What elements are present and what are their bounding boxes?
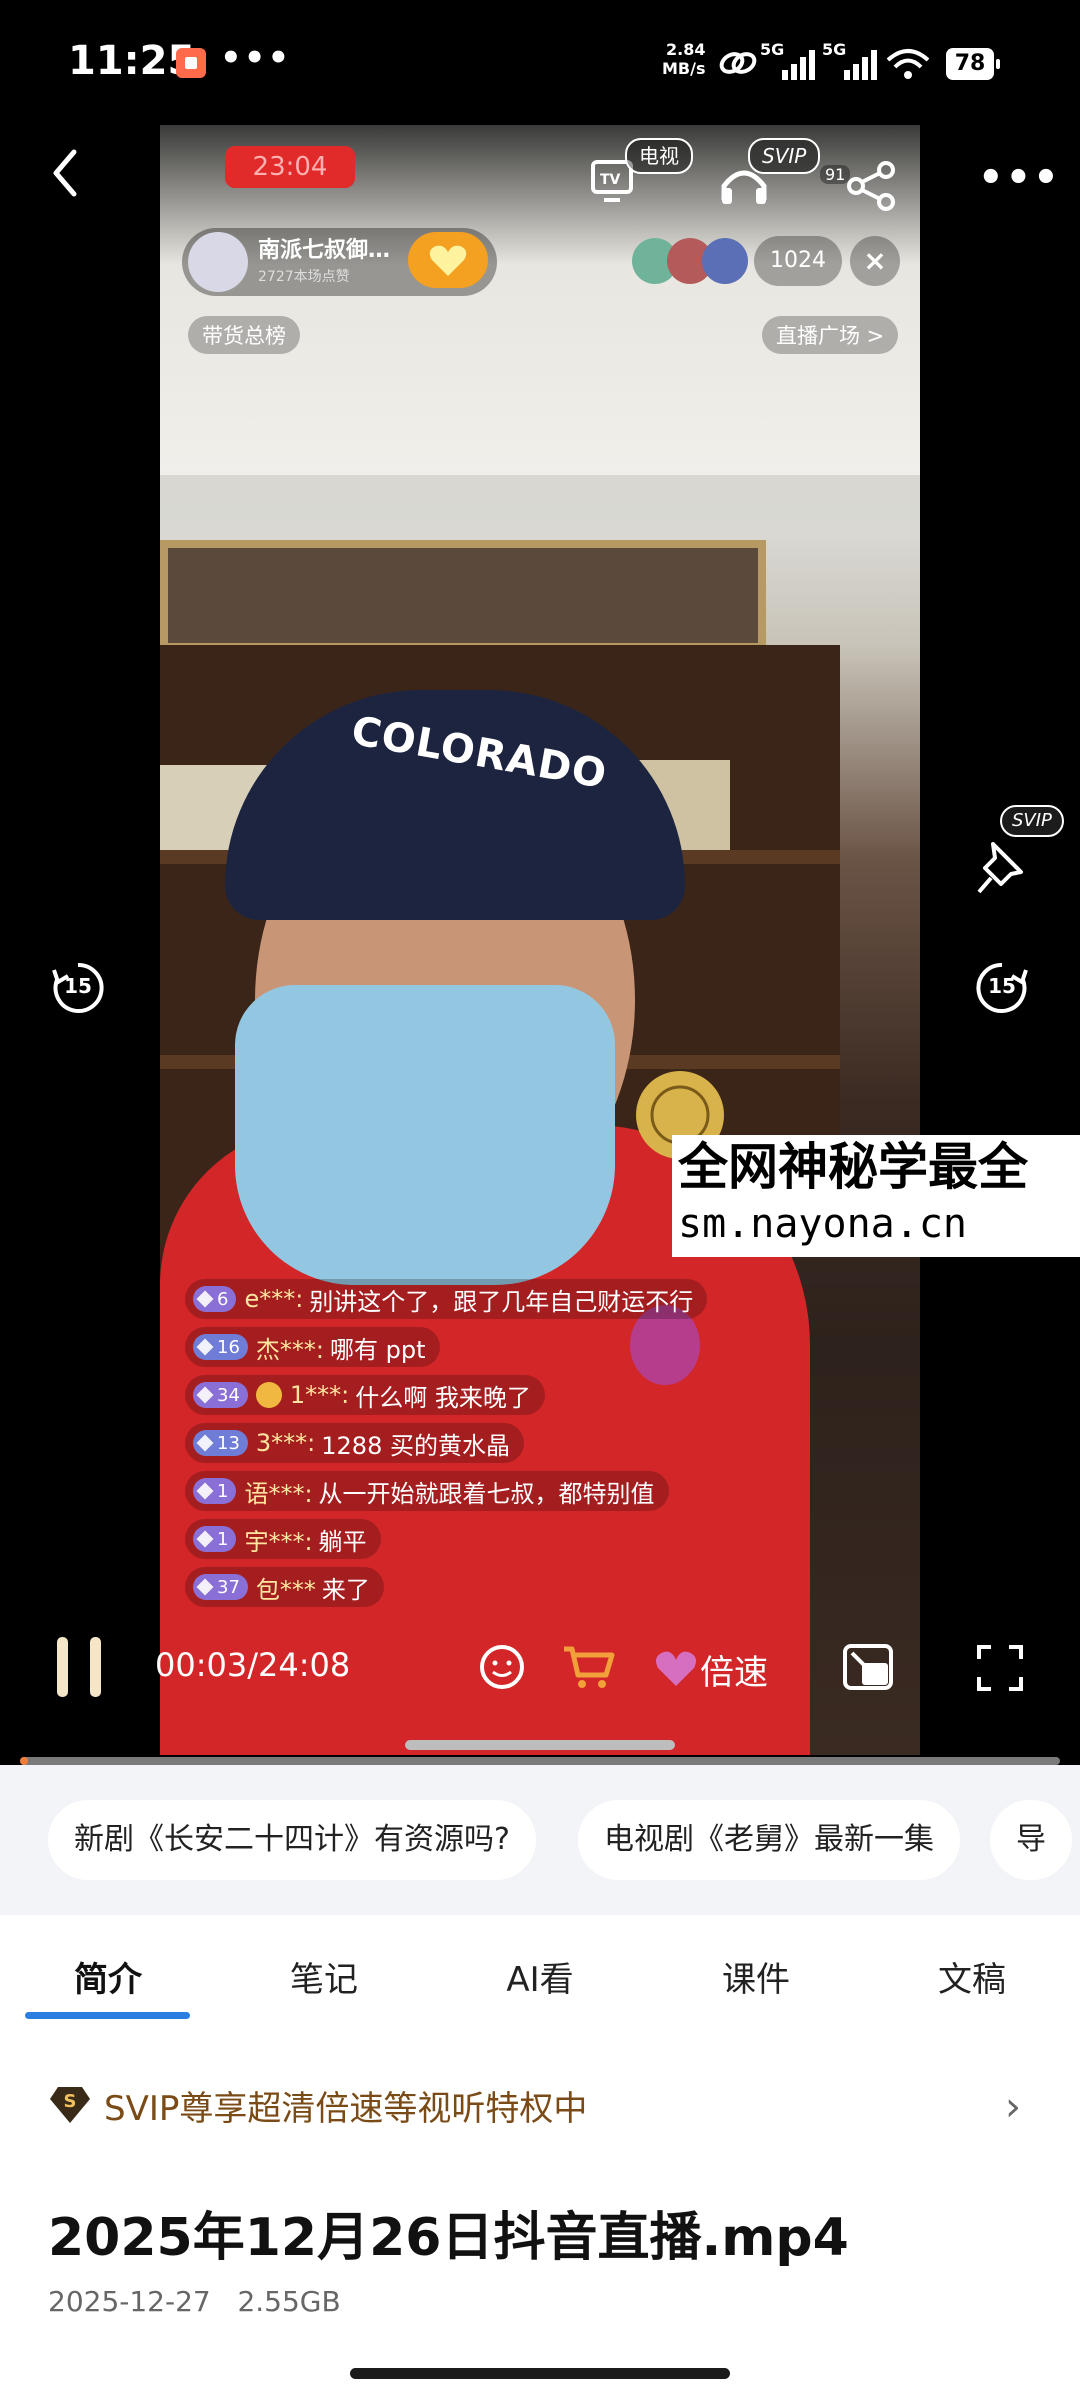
suggestion-chip[interactable]: 新剧《长安二十四计》有资源吗? bbox=[48, 1800, 536, 1880]
share-icon[interactable] bbox=[844, 160, 900, 212]
home-indicator[interactable] bbox=[350, 2368, 730, 2379]
fan-badge-icon bbox=[255, 1382, 282, 1408]
drag-handle[interactable] bbox=[405, 1740, 675, 1750]
status-bar: 11:25 ••• 2.84 MB/s 5G 5G 78 bbox=[0, 0, 1080, 120]
file-title: 2025年12月26日抖音直播.mp4 bbox=[48, 2208, 849, 2268]
svip-badge-top: SVIP bbox=[748, 138, 821, 174]
file-size: 2.55GB bbox=[237, 2285, 341, 2318]
chat-message: 16 杰***: 哪有 ppt bbox=[185, 1323, 825, 1371]
wifi-icon bbox=[886, 49, 930, 79]
suggestion-chip[interactable]: 电视剧《老舅》最新一集 bbox=[578, 1800, 960, 1880]
progress-bar[interactable] bbox=[20, 1757, 1060, 1765]
svg-text:TV: TV bbox=[600, 172, 621, 188]
presenter-mask bbox=[235, 985, 615, 1285]
playback-time: 00:03/24:08 bbox=[155, 1646, 351, 1684]
chat-message: 37 包*** 来了 bbox=[185, 1563, 825, 1611]
screen-record-icon bbox=[176, 48, 206, 78]
chat-message: 13 3***: 1288 买的黄水晶 bbox=[185, 1419, 825, 1467]
host-name: 南派七叔御… bbox=[258, 238, 391, 263]
back-icon[interactable] bbox=[50, 148, 80, 198]
active-tab-indicator bbox=[25, 2012, 190, 2019]
forward-15-button[interactable]: 15 bbox=[974, 960, 1030, 1020]
file-date: 2025-12-27 bbox=[48, 2285, 211, 2318]
tab-transcript[interactable]: 文稿 bbox=[864, 1952, 1080, 2001]
watermark: 全网神秘学最全 sm.nayona.cn bbox=[672, 1135, 1080, 1257]
emoji-icon[interactable] bbox=[478, 1643, 526, 1691]
chat-message: 1 语***: 从一开始就跟着七叔，都特别值 bbox=[185, 1467, 825, 1515]
svip-pin-badge: SVIP bbox=[1000, 805, 1064, 837]
chat-message: 34 1***: 什么啊 我来晚了 bbox=[185, 1371, 825, 1419]
tv-badge: 电视 bbox=[625, 138, 693, 174]
svip-promo[interactable]: S SVIP尊享超清倍速等视听特权中 bbox=[48, 2080, 587, 2130]
record-time: 23:04 bbox=[225, 146, 355, 188]
pin-icon[interactable] bbox=[975, 840, 1025, 896]
calligraphy-frame bbox=[160, 540, 766, 651]
chat-message: 6 e***: 别讲这个了，跟了几年自己财运不行 bbox=[185, 1275, 825, 1323]
sales-rank-pill[interactable]: 带货总榜 bbox=[188, 316, 300, 354]
fullscreen-icon[interactable] bbox=[975, 1643, 1025, 1693]
chat-list: 6 e***: 别讲这个了，跟了几年自己财运不行 16 杰***: 哪有 ppt 3… bbox=[185, 1275, 825, 1611]
follow-button[interactable] bbox=[408, 232, 488, 288]
svip-diamond-icon: S bbox=[48, 2085, 92, 2125]
rewind-15-button[interactable]: 15 bbox=[50, 960, 106, 1020]
viewer-avatars[interactable] bbox=[630, 236, 750, 286]
more-options-icon[interactable]: ••• bbox=[978, 155, 1061, 201]
link-icon bbox=[719, 52, 757, 74]
battery-icon: 78 bbox=[946, 48, 1000, 80]
avatar[interactable] bbox=[188, 232, 248, 292]
close-live-button[interactable]: × bbox=[850, 236, 900, 286]
tab-notes[interactable]: 笔记 bbox=[216, 1952, 432, 2001]
live-plaza-pill[interactable]: 直播广场 > bbox=[762, 316, 899, 354]
cart-icon[interactable] bbox=[560, 1643, 616, 1691]
suggestion-chip[interactable]: 导 bbox=[990, 1800, 1072, 1880]
chat-message: 1 宇***: 躺平 bbox=[185, 1515, 825, 1563]
file-meta: 2025-12-27 2.55GB bbox=[48, 2285, 341, 2318]
pause-button[interactable] bbox=[55, 1635, 105, 1699]
tab-ai-watch[interactable]: AI看 bbox=[432, 1952, 648, 2001]
speed-icon bbox=[656, 1651, 696, 1686]
viewer-count: 1024 bbox=[754, 236, 842, 286]
pip-icon[interactable] bbox=[842, 1643, 894, 1691]
status-more-icon: ••• bbox=[220, 38, 292, 78]
speed-button[interactable]: 倍速 bbox=[700, 1645, 768, 1694]
tab-intro[interactable]: 简介 bbox=[0, 1952, 216, 2001]
host-likes: 2727本场点赞 bbox=[258, 269, 350, 285]
chevron-right-icon[interactable]: › bbox=[1005, 2084, 1021, 2130]
net-speed: 2.84 MB/s bbox=[662, 40, 706, 78]
tab-courseware[interactable]: 课件 bbox=[648, 1952, 864, 2001]
